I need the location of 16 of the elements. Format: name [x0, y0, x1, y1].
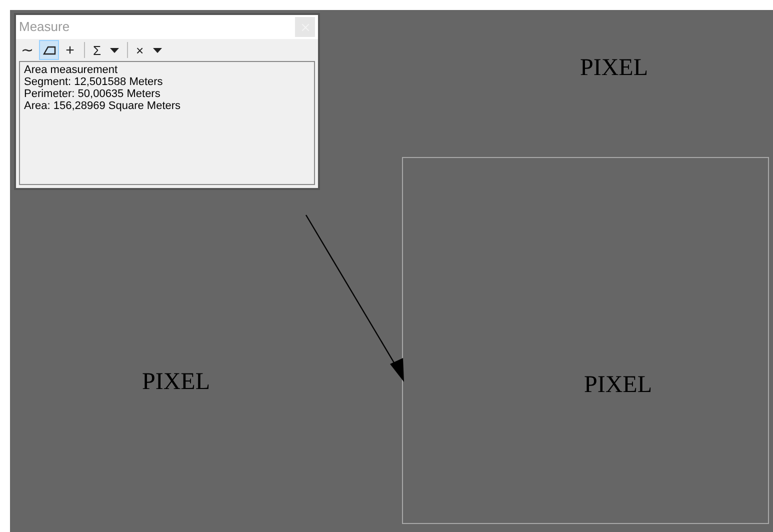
- result-line: Area measurement: [24, 64, 119, 76]
- result-line: Area: 156,28969 Square Meters: [24, 100, 182, 112]
- polygon-icon: [42, 46, 56, 54]
- polygon-tool-button[interactable]: [39, 40, 59, 60]
- map-label: PIXEL: [142, 370, 210, 394]
- map-label: PIXEL: [584, 373, 652, 397]
- result-line: Perimeter: 50,00635 Meters: [24, 88, 162, 100]
- dropdown-button[interactable]: ×: [133, 40, 165, 60]
- tool-button[interactable]: ∼: [18, 40, 37, 60]
- tool-button[interactable]: +: [61, 40, 79, 60]
- result-line: Segment: 12,501588 Meters: [24, 76, 164, 88]
- window-title: Measure: [19, 18, 70, 36]
- dropdown-button[interactable]: Σ: [90, 40, 122, 60]
- map-label: PIXEL: [580, 56, 648, 80]
- caret-icon: [110, 48, 120, 52]
- caret-icon: [152, 48, 162, 52]
